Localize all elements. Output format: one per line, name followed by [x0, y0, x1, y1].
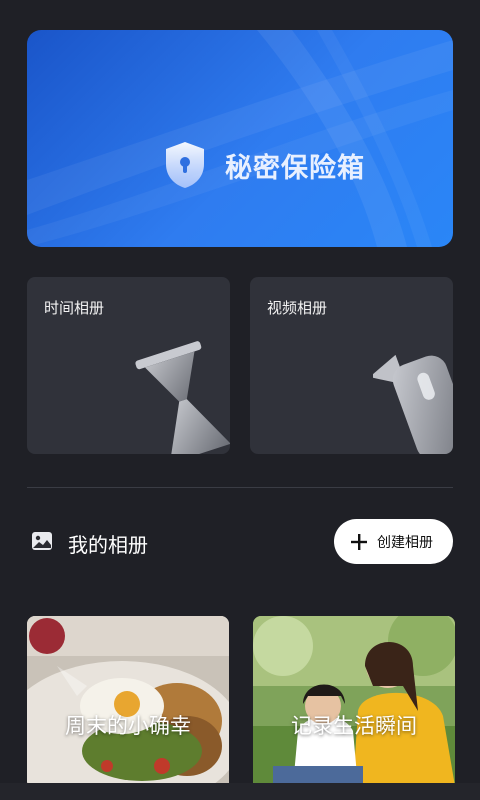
camera-icon [373, 354, 453, 454]
family-photo [253, 616, 455, 786]
album-thumbnail-life[interactable]: 记录生活瞬间 [253, 616, 455, 786]
vault-title: 秘密保险箱 [225, 153, 365, 184]
video-album-card[interactable]: 视频相册 [250, 277, 453, 454]
album-caption: 记录生活瞬间 [291, 714, 417, 738]
plus-icon [351, 533, 367, 550]
create-album-label: 创建相册 [377, 534, 433, 551]
create-album-button[interactable]: 创建相册 [334, 519, 453, 564]
secret-vault-banner[interactable]: 秘密保险箱 [27, 30, 453, 247]
gallery-icon [32, 532, 52, 550]
banner-decoration [27, 30, 453, 247]
bottom-navigation-bar [0, 783, 480, 800]
album-thumbnail-weekend[interactable]: 周末的小确幸 [27, 616, 229, 786]
time-album-label: 时间相册 [44, 299, 105, 317]
video-album-label: 视频相册 [267, 299, 328, 317]
album-caption: 周末的小确幸 [65, 714, 191, 738]
food-photo [27, 616, 229, 786]
my-albums-title: 我的相册 [68, 533, 148, 557]
shield-lock-icon [166, 142, 204, 188]
section-divider [27, 487, 453, 488]
time-album-card[interactable]: 时间相册 [27, 277, 230, 454]
hourglass-icon [135, 341, 230, 454]
